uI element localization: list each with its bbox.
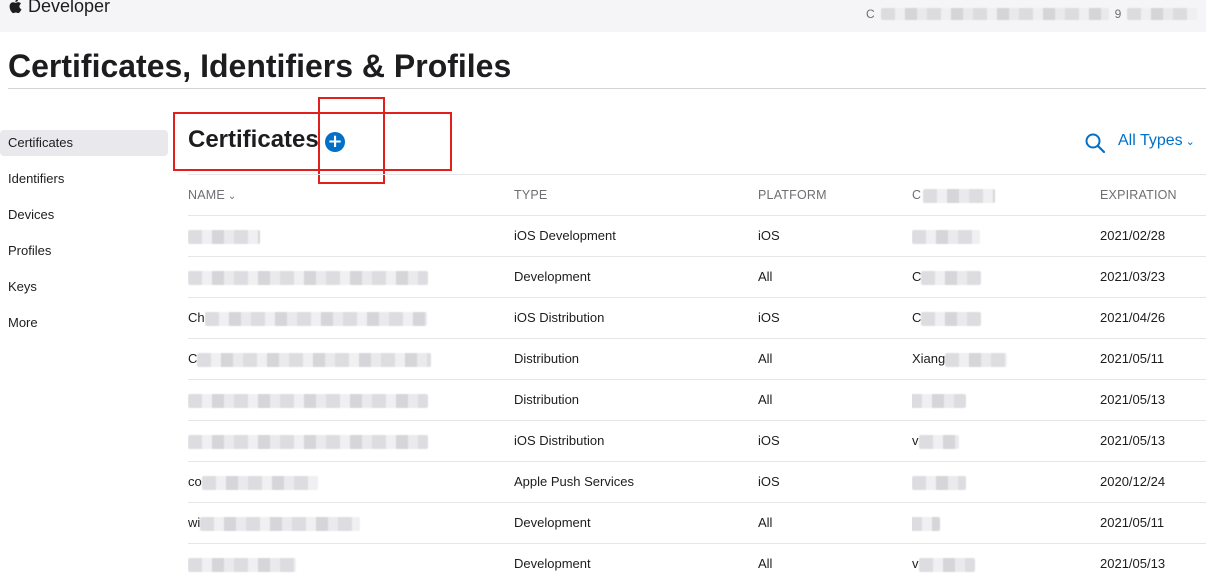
redacted-header <box>923 188 996 203</box>
sidebar-item-certificates[interactable]: Certificates <box>0 130 168 156</box>
table-row[interactable]: wi Development All 2021/05/11 <box>188 502 1206 543</box>
sidebar-item-profiles[interactable]: Profiles <box>0 238 168 264</box>
cert-expiration: 2021/05/13 <box>1100 392 1166 407</box>
column-header-platform: PLATFORM <box>758 188 827 202</box>
redacted-account-name <box>880 8 1109 20</box>
table-row[interactable]: Development All v 2021/05/13 <box>188 543 1206 584</box>
column-header-name[interactable]: NAME ⌄ <box>188 175 488 215</box>
cert-type: Distribution <box>514 351 580 366</box>
cert-expiration: 2021/05/13 <box>1100 556 1166 571</box>
cert-platform: All <box>758 515 773 530</box>
redacted-account-id <box>1127 8 1198 20</box>
sidebar-item-more[interactable]: More <box>0 310 168 336</box>
cert-platform: iOS <box>758 474 780 489</box>
redacted-name <box>188 557 296 572</box>
redacted-created-by <box>912 229 980 244</box>
title-divider <box>8 88 1206 89</box>
cert-platform: iOS <box>758 228 780 243</box>
cert-expiration: 2021/04/26 <box>1100 310 1166 325</box>
certificates-table: NAME ⌄ TYPE PLATFORM C EXPIRATION iOS Dev… <box>188 174 1206 584</box>
sort-chevron-icon: ⌄ <box>227 191 237 202</box>
table-row[interactable]: C Distribution All Xiang 2021/05/11 <box>188 338 1206 379</box>
type-filter-dropdown[interactable]: All Types ⌄ <box>1118 132 1195 150</box>
cert-created-by: C <box>912 310 922 325</box>
sidebar-item-keys[interactable]: Keys <box>0 274 168 300</box>
cert-name: Ch <box>188 310 205 325</box>
table-row[interactable]: Distribution All 2021/05/13 <box>188 379 1206 420</box>
global-nav: Developer C 9 <box>0 0 1206 32</box>
cert-platform: iOS <box>758 310 780 325</box>
cert-platform: All <box>758 556 773 571</box>
redacted-created-by <box>912 475 966 490</box>
column-header-type: TYPE <box>514 188 548 202</box>
page-title: Certificates, Identifiers & Profiles <box>8 48 512 84</box>
cert-type: Apple Push Services <box>514 474 634 489</box>
account-id-prefix: 9 <box>1114 7 1122 21</box>
cert-name: C <box>188 351 198 366</box>
apple-icon <box>9 0 22 14</box>
cert-type: Development <box>514 515 591 530</box>
cert-expiration: 2021/05/13 <box>1100 433 1166 448</box>
redacted-created-by <box>945 352 1008 367</box>
redacted-created-by <box>912 393 966 408</box>
cert-platform: All <box>758 351 773 366</box>
sidebar-item-identifiers[interactable]: Identifiers <box>0 166 168 192</box>
table-row[interactable]: Development All C 2021/03/23 <box>188 256 1206 297</box>
redacted-created-by <box>918 434 959 449</box>
redacted-name <box>197 352 432 367</box>
cert-expiration: 2021/03/23 <box>1100 269 1166 284</box>
table-row[interactable]: co Apple Push Services iOS 2020/12/24 <box>188 461 1206 502</box>
cert-type: Development <box>514 269 591 284</box>
redacted-name <box>188 229 260 244</box>
redacted-created-by <box>921 270 982 285</box>
redacted-name <box>188 434 428 449</box>
brand-label: Developer <box>28 0 111 16</box>
cert-created-by: Xiang <box>912 351 946 366</box>
redacted-created-by <box>921 311 982 326</box>
cert-type: Distribution <box>514 392 580 407</box>
redacted-created-by <box>918 557 975 572</box>
cert-name: wi <box>188 515 201 530</box>
cert-type: iOS Distribution <box>514 310 605 325</box>
cert-type: iOS Development <box>514 228 616 243</box>
cert-expiration: 2020/12/24 <box>1100 474 1166 489</box>
account-name-prefix: C <box>866 7 875 21</box>
developer-logo[interactable]: Developer <box>8 0 110 18</box>
annotation-box-outer <box>173 112 452 171</box>
column-header-expiration: EXPIRATION <box>1100 188 1177 202</box>
cert-created-by: v <box>912 556 919 571</box>
table-row[interactable]: Ch iOS Distribution iOS C 2021/04/26 <box>188 297 1206 338</box>
cert-expiration: 2021/05/11 <box>1100 515 1165 530</box>
account-menu[interactable]: C 9 <box>866 4 1198 24</box>
redacted-name <box>204 311 427 326</box>
cert-created-by: v <box>912 433 919 448</box>
cert-name: co <box>188 474 202 489</box>
cert-expiration: 2021/05/11 <box>1100 351 1165 366</box>
cert-type: iOS Distribution <box>514 433 605 448</box>
cert-platform: All <box>758 392 773 407</box>
column-header-created-by: C <box>912 175 1072 215</box>
redacted-created-by <box>912 516 940 531</box>
annotation-box-add <box>318 97 385 184</box>
table-row[interactable]: iOS Distribution iOS v 2021/05/13 <box>188 420 1206 461</box>
cert-expiration: 2021/02/28 <box>1100 228 1166 243</box>
type-filter-label: All Types <box>1118 132 1183 149</box>
table-row[interactable]: iOS Development iOS 2021/02/28 <box>188 215 1206 256</box>
redacted-name <box>200 516 361 531</box>
chevron-down-icon: ⌄ <box>1185 136 1195 148</box>
cert-type: Development <box>514 556 591 571</box>
sidebar: Certificates Identifiers Devices Profile… <box>0 130 170 346</box>
sidebar-item-devices[interactable]: Devices <box>0 202 168 228</box>
cert-platform: iOS <box>758 433 780 448</box>
redacted-name <box>201 475 318 490</box>
cert-platform: All <box>758 269 773 284</box>
redacted-name <box>188 270 428 285</box>
redacted-name <box>188 393 428 408</box>
cert-created-by: C <box>912 269 922 284</box>
table-header: NAME ⌄ TYPE PLATFORM C EXPIRATION <box>188 174 1206 215</box>
search-icon[interactable] <box>1084 132 1106 154</box>
